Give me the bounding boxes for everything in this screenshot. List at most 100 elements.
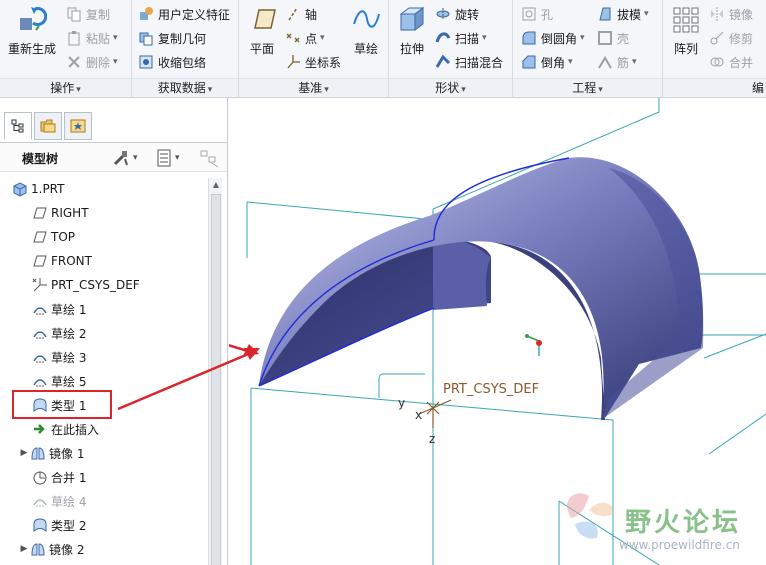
tree-item-mirror-2[interactable]: ▶ 镜像 2 xyxy=(18,538,85,560)
round-button[interactable]: 倒圆角 ▾ xyxy=(521,28,585,48)
group-label-engineering[interactable]: 工程 ▾ xyxy=(513,78,662,96)
expand-arrow-icon[interactable]: ▶ xyxy=(18,544,30,554)
csys-button[interactable]: 坐标系 xyxy=(285,52,341,72)
chamfer-button[interactable]: 倒角 ▾ xyxy=(521,52,573,72)
tree-item-label: 草绘 1 xyxy=(51,302,87,317)
tree-item-csys[interactable]: PRT_CSYS_DEF xyxy=(32,274,140,296)
sketch-icon xyxy=(33,331,47,339)
paste-dropdown-icon[interactable]: ▾ xyxy=(113,33,118,43)
tab-favorites[interactable] xyxy=(64,112,92,140)
tree-item-merge-1[interactable]: 合并 1 xyxy=(32,466,86,488)
draft-button[interactable]: 拔模 ▾ xyxy=(597,4,649,24)
swept-blend-button[interactable]: 扫描混合 xyxy=(435,52,503,72)
group-label-get-data[interactable]: 获取数据 ▾ xyxy=(132,78,238,96)
tree-show-button[interactable]: ▾ xyxy=(156,148,180,168)
merge-button[interactable]: 合并 xyxy=(709,52,753,72)
round-dropdown-icon[interactable]: ▾ xyxy=(580,33,585,43)
merge-icon xyxy=(710,57,724,67)
tree-item-right[interactable]: RIGHT xyxy=(32,202,89,224)
draft-icon xyxy=(599,7,611,21)
tree-scrollbar[interactable]: ▲ xyxy=(208,178,222,565)
group-datum: 平面 轴 点 ▾ 坐标系 草绘 基准 ▾ xyxy=(239,0,389,98)
chevron-down-icon: ▾ xyxy=(324,85,329,95)
group-editing: 阵列 镜像 修剪 合并 编 xyxy=(663,0,766,98)
mirror-icon xyxy=(31,543,45,556)
plane-button[interactable]: 平面 xyxy=(247,4,277,57)
tree-settings-button[interactable]: ▾ xyxy=(112,148,138,168)
tree-item-sketch-5[interactable]: 草绘 5 xyxy=(32,370,86,392)
tree-item-label: 合并 1 xyxy=(51,470,87,485)
chevron-down-icon: ▾ xyxy=(207,85,213,95)
graphics-viewport[interactable]: PRT_CSYS_DEF y x z 野火论坛 www.proewildfire… xyxy=(229,98,766,565)
csys-icon xyxy=(287,55,300,69)
point-dropdown-icon[interactable]: ▾ xyxy=(320,33,325,43)
datum-plane-icon xyxy=(33,231,47,243)
tree-item-part[interactable]: 1.PRT xyxy=(12,178,64,200)
tree-item-label: 1.PRT xyxy=(31,182,65,196)
axis-button[interactable]: 轴 xyxy=(285,4,317,24)
copy-button[interactable]: 复制 xyxy=(66,4,110,24)
datum-plane-icon xyxy=(33,255,47,267)
sweep-dropdown-icon[interactable]: ▾ xyxy=(482,33,487,43)
group-label-operations[interactable]: 操作 ▾ xyxy=(0,78,131,96)
hole-button[interactable]: 孔 xyxy=(521,4,553,24)
trim-button[interactable]: 修剪 xyxy=(709,28,753,48)
paste-button[interactable]: 粘贴 ▾ xyxy=(66,28,118,48)
draft-dropdown-icon[interactable]: ▾ xyxy=(644,9,649,19)
sketch-icon xyxy=(33,499,47,507)
rib-button[interactable]: 筋 ▾ xyxy=(597,52,637,72)
tree-item-sketch-2[interactable]: 草绘 2 xyxy=(32,322,86,344)
tree-filter-button[interactable] xyxy=(200,148,220,168)
tree-item-sketch-4[interactable]: 草绘 4 xyxy=(32,490,86,512)
model-tree-panel: 模型树 ▾ ▾ 1.PRT RIGHT TOP FRONT PRT_CSYS_D… xyxy=(0,98,228,565)
extrude-button[interactable]: 拉伸 xyxy=(397,4,427,57)
mirror-button[interactable]: 镜像 xyxy=(709,4,753,24)
paste-icon xyxy=(68,31,80,46)
tree-item-top[interactable]: TOP xyxy=(32,226,75,248)
copy-geometry-button[interactable]: 复制几何 xyxy=(138,28,206,48)
shell-button[interactable]: 壳 xyxy=(597,28,629,48)
round-label: 倒圆角 xyxy=(541,31,578,46)
insert-here-icon xyxy=(34,424,45,434)
regenerate-button[interactable]: 重新生成 xyxy=(8,4,56,57)
sketch-wave-icon xyxy=(353,10,380,28)
sketch-icon xyxy=(33,307,47,315)
point-label: 点 xyxy=(305,31,318,46)
csys-label: 坐标系 xyxy=(305,55,342,70)
shrinkwrap-button[interactable]: 收缩包络 xyxy=(138,52,206,72)
udf-button[interactable]: 用户定义特征 xyxy=(138,4,230,24)
point-button[interactable]: 点 ▾ xyxy=(285,28,325,48)
chevron-down-icon: ▾ xyxy=(133,153,138,163)
annotation-highlight-box xyxy=(12,390,112,419)
chamfer-icon xyxy=(522,55,536,69)
tree-item-boundary-2[interactable]: 类型 2 xyxy=(32,514,86,536)
revolve-button[interactable]: 旋转 xyxy=(435,4,479,24)
chamfer-dropdown-icon[interactable]: ▾ xyxy=(568,57,573,67)
sweep-button[interactable]: 扫描 ▾ xyxy=(435,28,487,48)
tab-model-tree[interactable] xyxy=(4,112,32,140)
revolve-label: 旋转 xyxy=(455,7,480,22)
plane-label: 平面 xyxy=(249,42,274,56)
scroll-up-icon[interactable]: ▲ xyxy=(209,178,223,192)
group-operations: 重新生成 复制 粘贴 ▾ 删除 ▾ 操作 ▾ xyxy=(0,0,132,98)
tree-item-mirror-1[interactable]: ▶ 镜像 1 xyxy=(18,442,85,464)
tree-item-front[interactable]: FRONT xyxy=(32,250,92,272)
delete-button[interactable]: 删除 ▾ xyxy=(66,52,118,72)
group-shapes: 拉伸 旋转 扫描 ▾ 扫描混合 形状 ▾ xyxy=(389,0,513,98)
chevron-down-icon: ▾ xyxy=(175,153,180,163)
axis-x-label: x xyxy=(415,408,423,422)
tab-folder-browser[interactable] xyxy=(34,112,62,140)
rib-dropdown-icon[interactable]: ▾ xyxy=(632,57,637,67)
group-label-datum[interactable]: 基准 ▾ xyxy=(239,78,388,96)
group-label-shapes[interactable]: 形状 ▾ xyxy=(389,78,512,96)
scroll-thumb[interactable] xyxy=(211,194,221,565)
group-label-editing[interactable]: 编 xyxy=(663,78,766,96)
sketch-button[interactable]: 草绘 xyxy=(351,4,381,57)
pattern-button[interactable]: 阵列 xyxy=(671,4,701,57)
expand-arrow-icon[interactable]: ▶ xyxy=(18,448,30,458)
delete-dropdown-icon[interactable]: ▾ xyxy=(113,57,118,67)
tree-item-sketch-1[interactable]: 草绘 1 xyxy=(32,298,86,320)
tree-item-sketch-3[interactable]: 草绘 3 xyxy=(32,346,86,368)
tree-item-insert-here[interactable]: 在此插入 xyxy=(32,418,99,440)
tree-item-label: 草绘 4 xyxy=(51,494,87,509)
